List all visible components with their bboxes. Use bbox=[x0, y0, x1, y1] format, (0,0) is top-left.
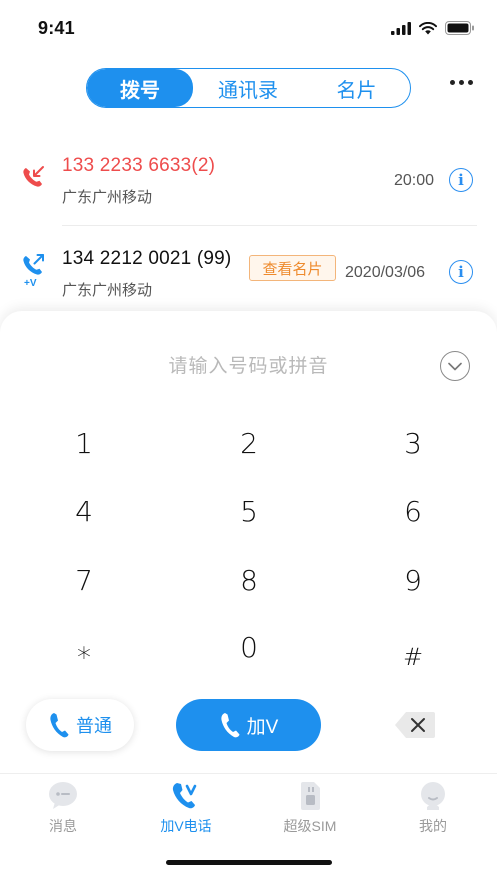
outgoing-call-icon bbox=[23, 254, 44, 275]
tabbar-item-profile[interactable]: 我的 bbox=[393, 780, 473, 836]
call-carrier: 广东广州移动 bbox=[62, 282, 153, 299]
phone-icon bbox=[221, 713, 240, 738]
tab-dial[interactable]: 拨号 bbox=[87, 69, 193, 107]
message-bubble-icon bbox=[49, 782, 77, 809]
key-8[interactable]: 8 bbox=[189, 552, 309, 608]
key-9[interactable]: 9 bbox=[353, 552, 473, 608]
sim-card-icon bbox=[301, 782, 320, 810]
tabbar-item-supersim[interactable]: 超级SIM bbox=[270, 780, 350, 836]
call-time: 20:00 bbox=[394, 172, 435, 189]
call-number: 133 2233 6633(2) bbox=[62, 155, 216, 176]
tab-label: 加V电话 bbox=[160, 818, 212, 834]
segmented-tabs: 拨号 通讯录 名片 bbox=[86, 68, 411, 108]
status-time: 9:41 bbox=[38, 18, 75, 38]
call-time: 2020/03/06 bbox=[345, 264, 426, 281]
key-5[interactable]: 5 bbox=[189, 483, 309, 539]
tab-label: 超级SIM bbox=[283, 818, 337, 834]
profile-icon bbox=[421, 782, 445, 810]
key-3[interactable]: 3 bbox=[353, 415, 473, 471]
tab-contacts[interactable]: 通讯录 bbox=[193, 69, 303, 107]
view-card-badge[interactable]: 查看名片 bbox=[249, 255, 336, 281]
normal-call-button[interactable]: 普通 bbox=[26, 699, 134, 751]
call-log-item[interactable]: 133 2233 6633(2) 广东广州移动 20:00 i bbox=[0, 134, 497, 226]
v-call-label: 加V bbox=[246, 716, 279, 738]
v-call-button[interactable]: 加V bbox=[176, 699, 321, 751]
key-2[interactable]: 2 bbox=[189, 415, 309, 471]
status-bar: 9:41 bbox=[0, 0, 497, 56]
more-dots-icon[interactable] bbox=[450, 80, 473, 85]
phone-icon bbox=[50, 713, 69, 738]
key-0[interactable]: 0 bbox=[189, 619, 309, 675]
call-carrier: 广东广州移动 bbox=[62, 189, 153, 206]
key-star[interactable]: * bbox=[24, 629, 144, 685]
top-nav: 拨号 通讯录 名片 bbox=[0, 66, 497, 110]
info-icon[interactable]: i bbox=[449, 260, 473, 284]
call-number: 134 2212 0021 (99) bbox=[62, 248, 232, 269]
missed-call-icon bbox=[23, 166, 44, 187]
plus-v-badge: +V bbox=[24, 278, 37, 289]
bottom-tab-bar: 消息 加V电话 超级SIM 我的 bbox=[0, 773, 497, 883]
key-hash[interactable]: # bbox=[353, 629, 473, 685]
backspace-icon[interactable] bbox=[394, 711, 436, 739]
call-actions: 普通 加V bbox=[0, 699, 497, 755]
status-icons bbox=[391, 21, 475, 35]
tab-label: 我的 bbox=[419, 818, 447, 834]
dial-input[interactable]: 请输入号码或拼音 bbox=[0, 351, 497, 378]
tabbar-item-messages[interactable]: 消息 bbox=[23, 780, 103, 836]
key-7[interactable]: 7 bbox=[24, 552, 144, 608]
chevron-down-icon[interactable] bbox=[440, 351, 470, 381]
tab-business-card[interactable]: 名片 bbox=[303, 69, 410, 107]
wifi-icon bbox=[419, 21, 437, 34]
key-6[interactable]: 6 bbox=[353, 483, 473, 539]
signal-icon bbox=[391, 21, 411, 35]
normal-call-label: 普通 bbox=[76, 716, 112, 736]
tabbar-item-vcall[interactable]: 加V电话 bbox=[146, 780, 226, 836]
battery-icon bbox=[445, 21, 474, 35]
home-indicator bbox=[166, 860, 332, 865]
tab-label: 消息 bbox=[49, 818, 77, 834]
phone-v-icon bbox=[172, 783, 197, 809]
info-icon[interactable]: i bbox=[449, 168, 473, 192]
key-1[interactable]: 1 bbox=[24, 415, 144, 471]
key-4[interactable]: 4 bbox=[24, 483, 144, 539]
